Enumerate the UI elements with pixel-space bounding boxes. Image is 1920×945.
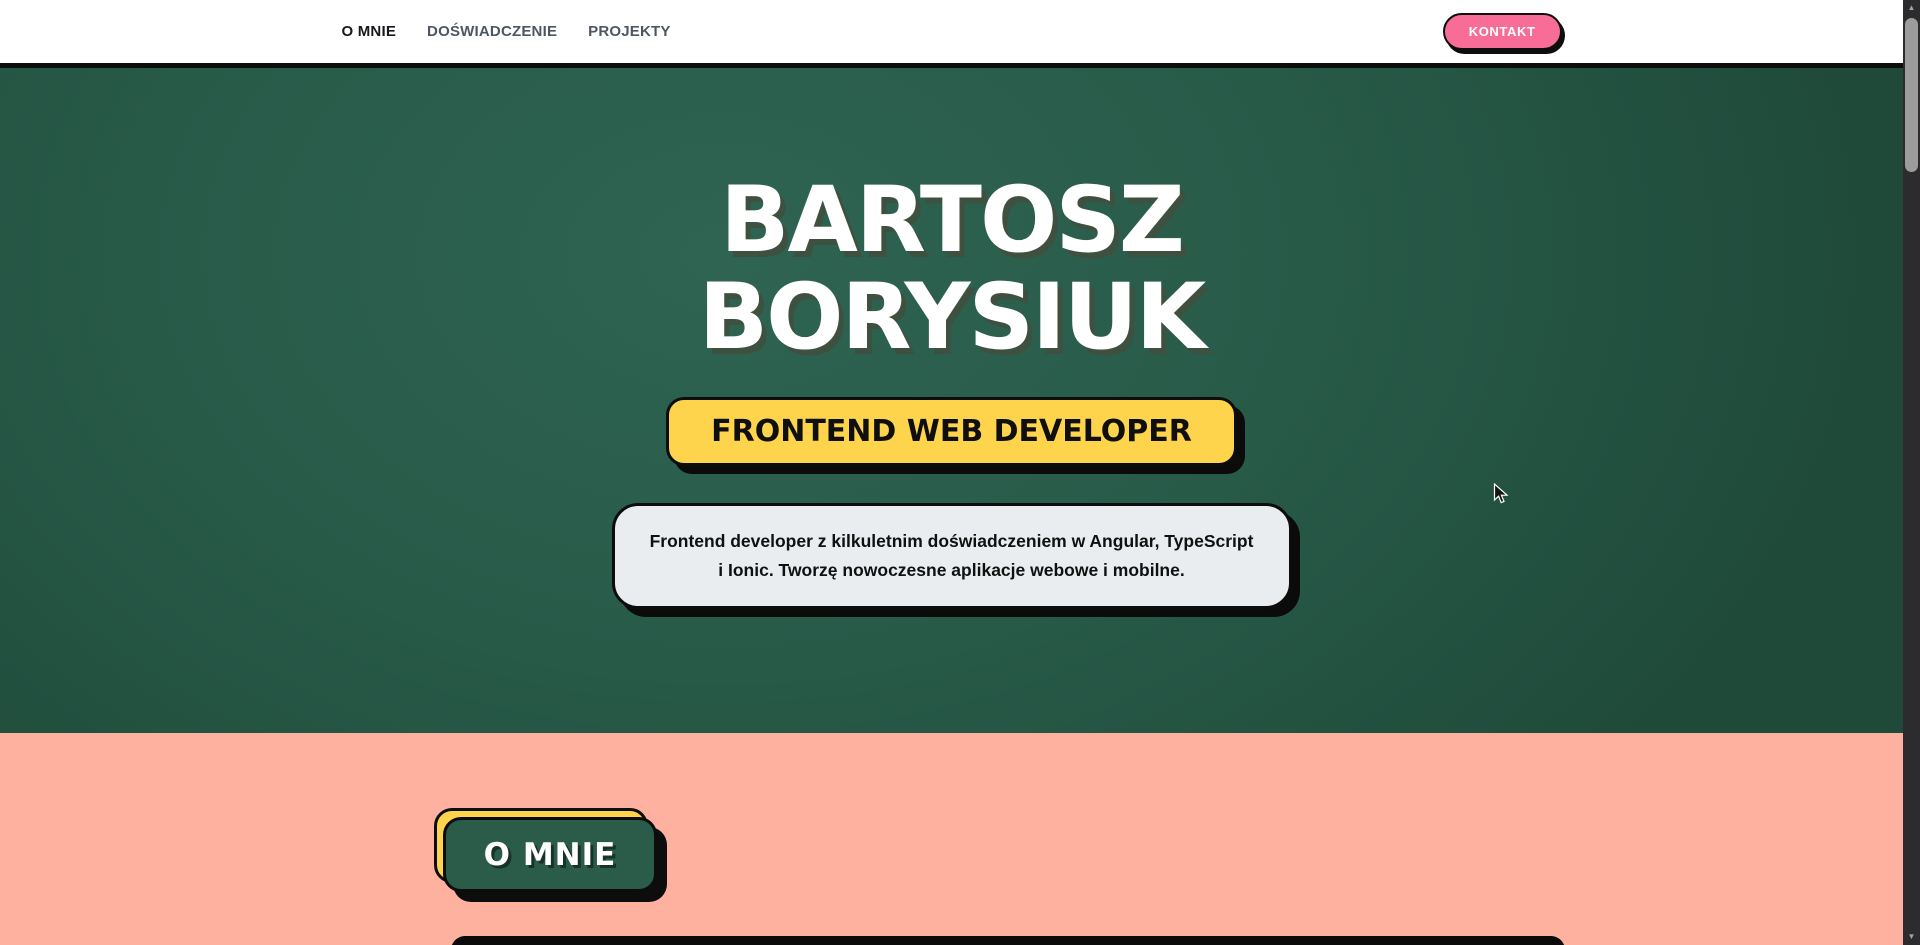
main-nav: O MNIE DOŚWIADCZENIE PROJEKTY — [342, 23, 671, 40]
role-badge: FRONTEND WEB DEVELOPER — [666, 397, 1237, 466]
header-inner: O MNIE DOŚWIADCZENIE PROJEKTY KONTAKT — [342, 13, 1562, 50]
page: O MNIE DOŚWIADCZENIE PROJEKTY KONTAKT BA… — [0, 0, 1903, 945]
intro-text-line2: i Ionic. Tworzę nowoczesne aplikacje web… — [625, 556, 1279, 585]
about-heading: O MNIE — [443, 817, 657, 892]
about-heading-pill: O MNIE — [443, 817, 657, 892]
hero-title-line1: BARTOSZ — [0, 172, 1903, 269]
about-section: O MNIE — [0, 733, 1903, 945]
hero-title: BARTOSZ BORYSIUK — [0, 172, 1903, 366]
scroll-down-icon[interactable]: ▼ — [1903, 929, 1920, 945]
nav-item-projekty[interactable]: PROJEKTY — [588, 23, 670, 40]
kontakt-button[interactable]: KONTAKT — [1443, 13, 1562, 50]
hero-title-line2: BORYSIUK — [0, 269, 1903, 366]
header: O MNIE DOŚWIADCZENIE PROJEKTY KONTAKT — [0, 0, 1903, 68]
nav-item-o-mnie[interactable]: O MNIE — [342, 23, 397, 40]
nav-item-doswiadczenie[interactable]: DOŚWIADCZENIE — [427, 23, 557, 40]
scrollbar[interactable]: ▲ ▼ — [1903, 0, 1920, 945]
about-card-top-edge — [451, 936, 1565, 945]
hero-section: BARTOSZ BORYSIUK FRONTEND WEB DEVELOPER … — [0, 68, 1903, 733]
scrollbar-thumb[interactable] — [1905, 18, 1918, 172]
scroll-up-icon[interactable]: ▲ — [1903, 0, 1920, 16]
intro-card: Frontend developer z kilkuletnim doświad… — [612, 503, 1292, 609]
intro-text-line1: Frontend developer z kilkuletnim doświad… — [625, 527, 1279, 556]
